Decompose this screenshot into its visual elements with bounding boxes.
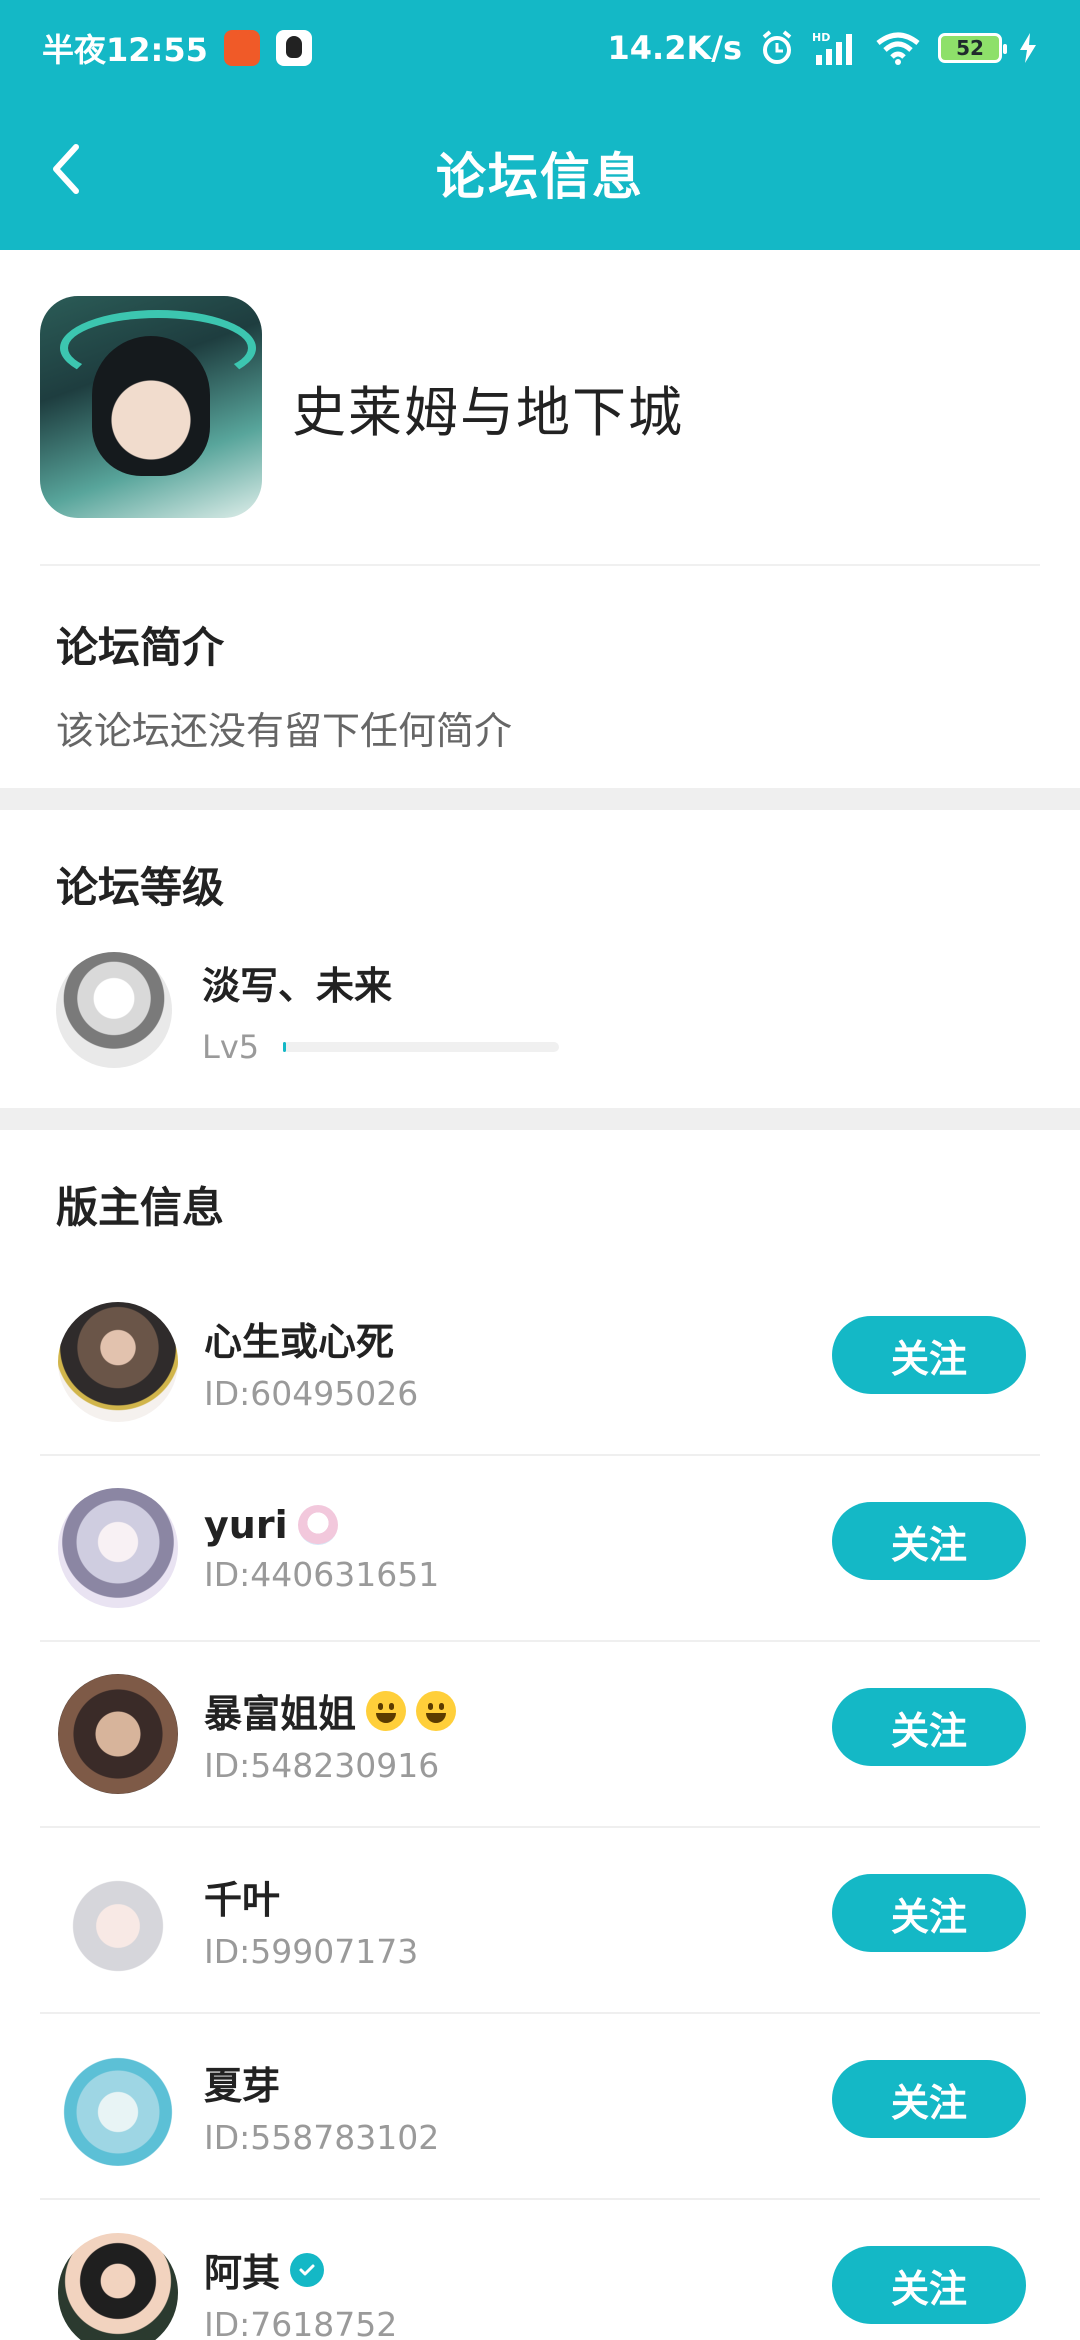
top-bar: 半夜12:55 14.2K/s HD 52 论坛信息 xyxy=(0,0,1080,250)
moderator-name: 暴富姐姐 xyxy=(204,1692,357,1736)
intro-text: 该论坛还没有留下任何简介 xyxy=(56,709,513,753)
moderator-name: 夏芽 xyxy=(204,2064,281,2108)
back-button[interactable] xyxy=(36,134,96,204)
moderator-name-line: 心生或心死 xyxy=(204,1311,418,1366)
avatar[interactable] xyxy=(58,1860,178,1980)
signal-icon: HD xyxy=(812,31,852,65)
moderator-id: ID:440631651 xyxy=(204,1554,440,1594)
moderator-id: ID:558783102 xyxy=(204,2118,440,2157)
moderator-info: 暴富姐姐 ID:548230916 xyxy=(204,1683,457,1785)
follow-button[interactable]: 关注 xyxy=(832,2060,1026,2138)
status-left: 半夜12:55 xyxy=(42,25,312,71)
alarm-icon xyxy=(762,30,792,64)
level-info: 淡写、未来 Lv5 xyxy=(202,955,560,1066)
status-bar: 半夜12:55 14.2K/s HD 52 xyxy=(0,0,1080,96)
app-root: 半夜12:55 14.2K/s HD 52 论坛信息 史莱姆与地下城 论坛简介 … xyxy=(0,0,1080,2340)
wifi-icon xyxy=(876,32,920,65)
qq-notification-icon xyxy=(275,30,312,66)
verified-badge-icon xyxy=(290,2252,325,2287)
level-user-row[interactable]: 淡写、未来 Lv5 xyxy=(56,950,1024,1070)
forum-level-section: 论坛等级 淡写、未来 Lv5 xyxy=(0,810,1080,1108)
network-speed: 14.2K/s xyxy=(607,29,742,67)
moderator-name: yuri xyxy=(204,1502,288,1547)
forum-name: 史莱姆与地下城 xyxy=(292,380,684,444)
moderators-title: 版主信息 xyxy=(56,1183,225,1232)
moderator-info: 心生或心死 ID:60495026 xyxy=(204,1311,418,1413)
level-row: Lv5 xyxy=(202,1027,560,1066)
badge-avatar-icon xyxy=(297,1504,338,1545)
follow-button[interactable]: 关注 xyxy=(832,1316,1026,1394)
forum-intro-section: 论坛简介 该论坛还没有留下任何简介 xyxy=(56,566,1024,788)
moderators-section: 版主信息 心生或心死 ID:60495026 关注 yuri ID:440631… xyxy=(0,1130,1080,2340)
moderator-row[interactable]: 千叶 ID:59907173 关注 xyxy=(40,1828,1040,2014)
moderator-id: ID:59907173 xyxy=(204,1932,419,1971)
intro-title: 论坛简介 xyxy=(56,623,225,672)
moderator-row[interactable]: 心生或心死 ID:60495026 关注 xyxy=(40,1270,1040,1456)
app-notification-icon xyxy=(223,30,260,66)
moderator-name-line: 夏芽 xyxy=(204,2055,439,2110)
grinning-face-emoji-icon xyxy=(416,1690,457,1731)
avatar[interactable] xyxy=(58,1674,178,1794)
moderator-info: 千叶 ID:59907173 xyxy=(204,1869,418,1971)
follow-button[interactable]: 关注 xyxy=(832,1874,1026,1952)
level-title: 论坛等级 xyxy=(56,863,225,912)
section-divider xyxy=(0,788,1080,810)
battery-icon: 52 xyxy=(938,33,1007,63)
moderator-id: ID:548230916 xyxy=(204,1746,440,1785)
moderator-row[interactable]: 暴富姐姐 ID:548230916 关注 xyxy=(40,1642,1040,1828)
avatar[interactable] xyxy=(58,1488,178,1608)
moderator-row[interactable]: yuri ID:440631651 关注 xyxy=(40,1456,1040,1642)
avatar[interactable] xyxy=(58,2233,178,2340)
level-progress-fill xyxy=(283,1041,286,1052)
moderator-id: ID:60495026 xyxy=(204,1374,419,1413)
moderator-name: 心生或心死 xyxy=(204,1320,395,1364)
moderator-name-line: 阿其 xyxy=(204,2242,397,2297)
moderator-info: yuri ID:440631651 xyxy=(204,1503,439,1594)
moderator-info: 阿其 ID:7618752 xyxy=(204,2242,397,2340)
moderator-name-line: yuri xyxy=(204,1503,439,1547)
svg-text:HD: HD xyxy=(812,31,830,44)
moderator-list: 心生或心死 ID:60495026 关注 yuri ID:440631651 关… xyxy=(40,1270,1040,2340)
level-user-name: 淡写、未来 xyxy=(202,963,393,1008)
status-time: 半夜12:55 xyxy=(42,31,208,69)
avatar[interactable] xyxy=(58,2046,178,2166)
follow-button[interactable]: 关注 xyxy=(832,1688,1026,1766)
level-progress-bar xyxy=(283,1041,560,1052)
status-right: 14.2K/s HD 52 xyxy=(608,29,1038,67)
moderator-name-line: 暴富姐姐 xyxy=(204,1683,457,1738)
moderator-name-line: 千叶 xyxy=(204,1869,418,1924)
avatar[interactable] xyxy=(56,952,172,1068)
chevron-left-icon xyxy=(53,144,79,194)
follow-button[interactable]: 关注 xyxy=(832,1502,1026,1580)
moderator-row[interactable]: 夏芽 ID:558783102 关注 xyxy=(40,2014,1040,2200)
header: 论坛信息 xyxy=(0,96,1080,250)
forum-logo xyxy=(40,296,262,518)
moderator-id: ID:7618752 xyxy=(204,2305,398,2340)
charging-icon xyxy=(1020,33,1036,63)
avatar[interactable] xyxy=(58,1302,178,1422)
moderator-info: 夏芽 ID:558783102 xyxy=(204,2055,439,2157)
grinning-face-emoji-icon xyxy=(366,1690,407,1731)
page-title: 论坛信息 xyxy=(436,148,644,206)
moderator-name: 千叶 xyxy=(204,1878,281,1922)
follow-button[interactable]: 关注 xyxy=(832,2246,1026,2324)
level-badge: Lv5 xyxy=(202,1027,260,1066)
moderator-name: 阿其 xyxy=(204,2251,281,2295)
forum-card: 史莱姆与地下城 xyxy=(40,250,1040,566)
moderator-row[interactable]: 阿其 ID:7618752 关注 xyxy=(40,2200,1040,2340)
section-divider xyxy=(0,1108,1080,1130)
